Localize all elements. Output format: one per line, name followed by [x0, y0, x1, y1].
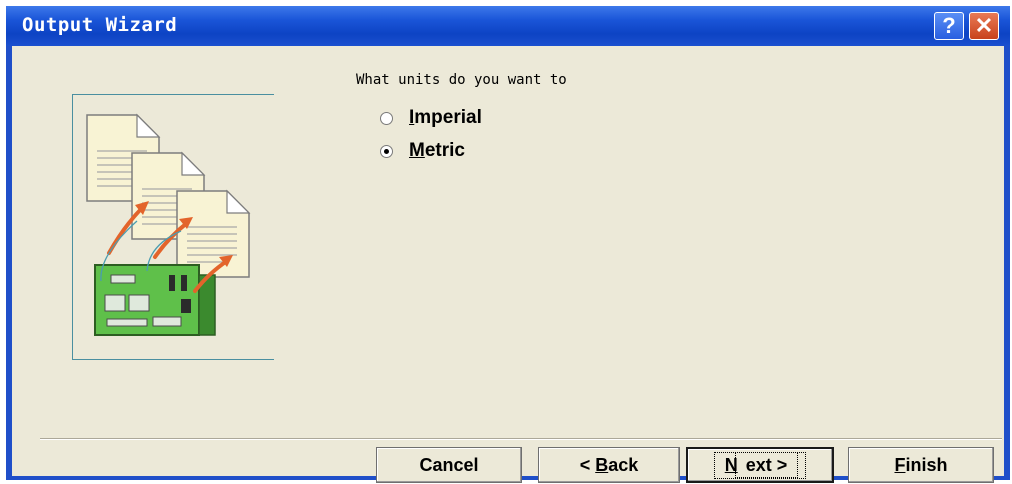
finish-button[interactable]: Finish: [848, 447, 994, 483]
help-button[interactable]: ?: [934, 12, 964, 40]
metric-option[interactable]: Metric: [380, 137, 465, 165]
window-title: Output Wizard: [22, 14, 178, 36]
units-prompt: What units do you want to: [356, 72, 567, 88]
imperial-label[interactable]: Imperial: [409, 107, 482, 129]
footer-separator: [40, 438, 1002, 440]
close-button[interactable]: ✕: [969, 12, 999, 40]
imperial-option[interactable]: Imperial: [380, 104, 482, 132]
back-button[interactable]: < Back: [538, 447, 680, 483]
documents-to-circuit-board-icon: [86, 113, 251, 336]
metric-label[interactable]: Metric: [409, 140, 465, 162]
metric-radio[interactable]: [380, 144, 393, 158]
illustration-frame: [72, 94, 274, 360]
imperial-radio[interactable]: [380, 111, 393, 125]
title-bar[interactable]: Output Wizard ? ✕: [6, 6, 1010, 46]
wizard-body: What units do you want to Imperial Metri…: [12, 46, 1004, 483]
cancel-button[interactable]: Cancel: [376, 447, 522, 483]
next-button[interactable]: Next >: [686, 447, 834, 483]
output-wizard-window: Output Wizard ? ✕ What units do you want…: [6, 6, 1010, 483]
